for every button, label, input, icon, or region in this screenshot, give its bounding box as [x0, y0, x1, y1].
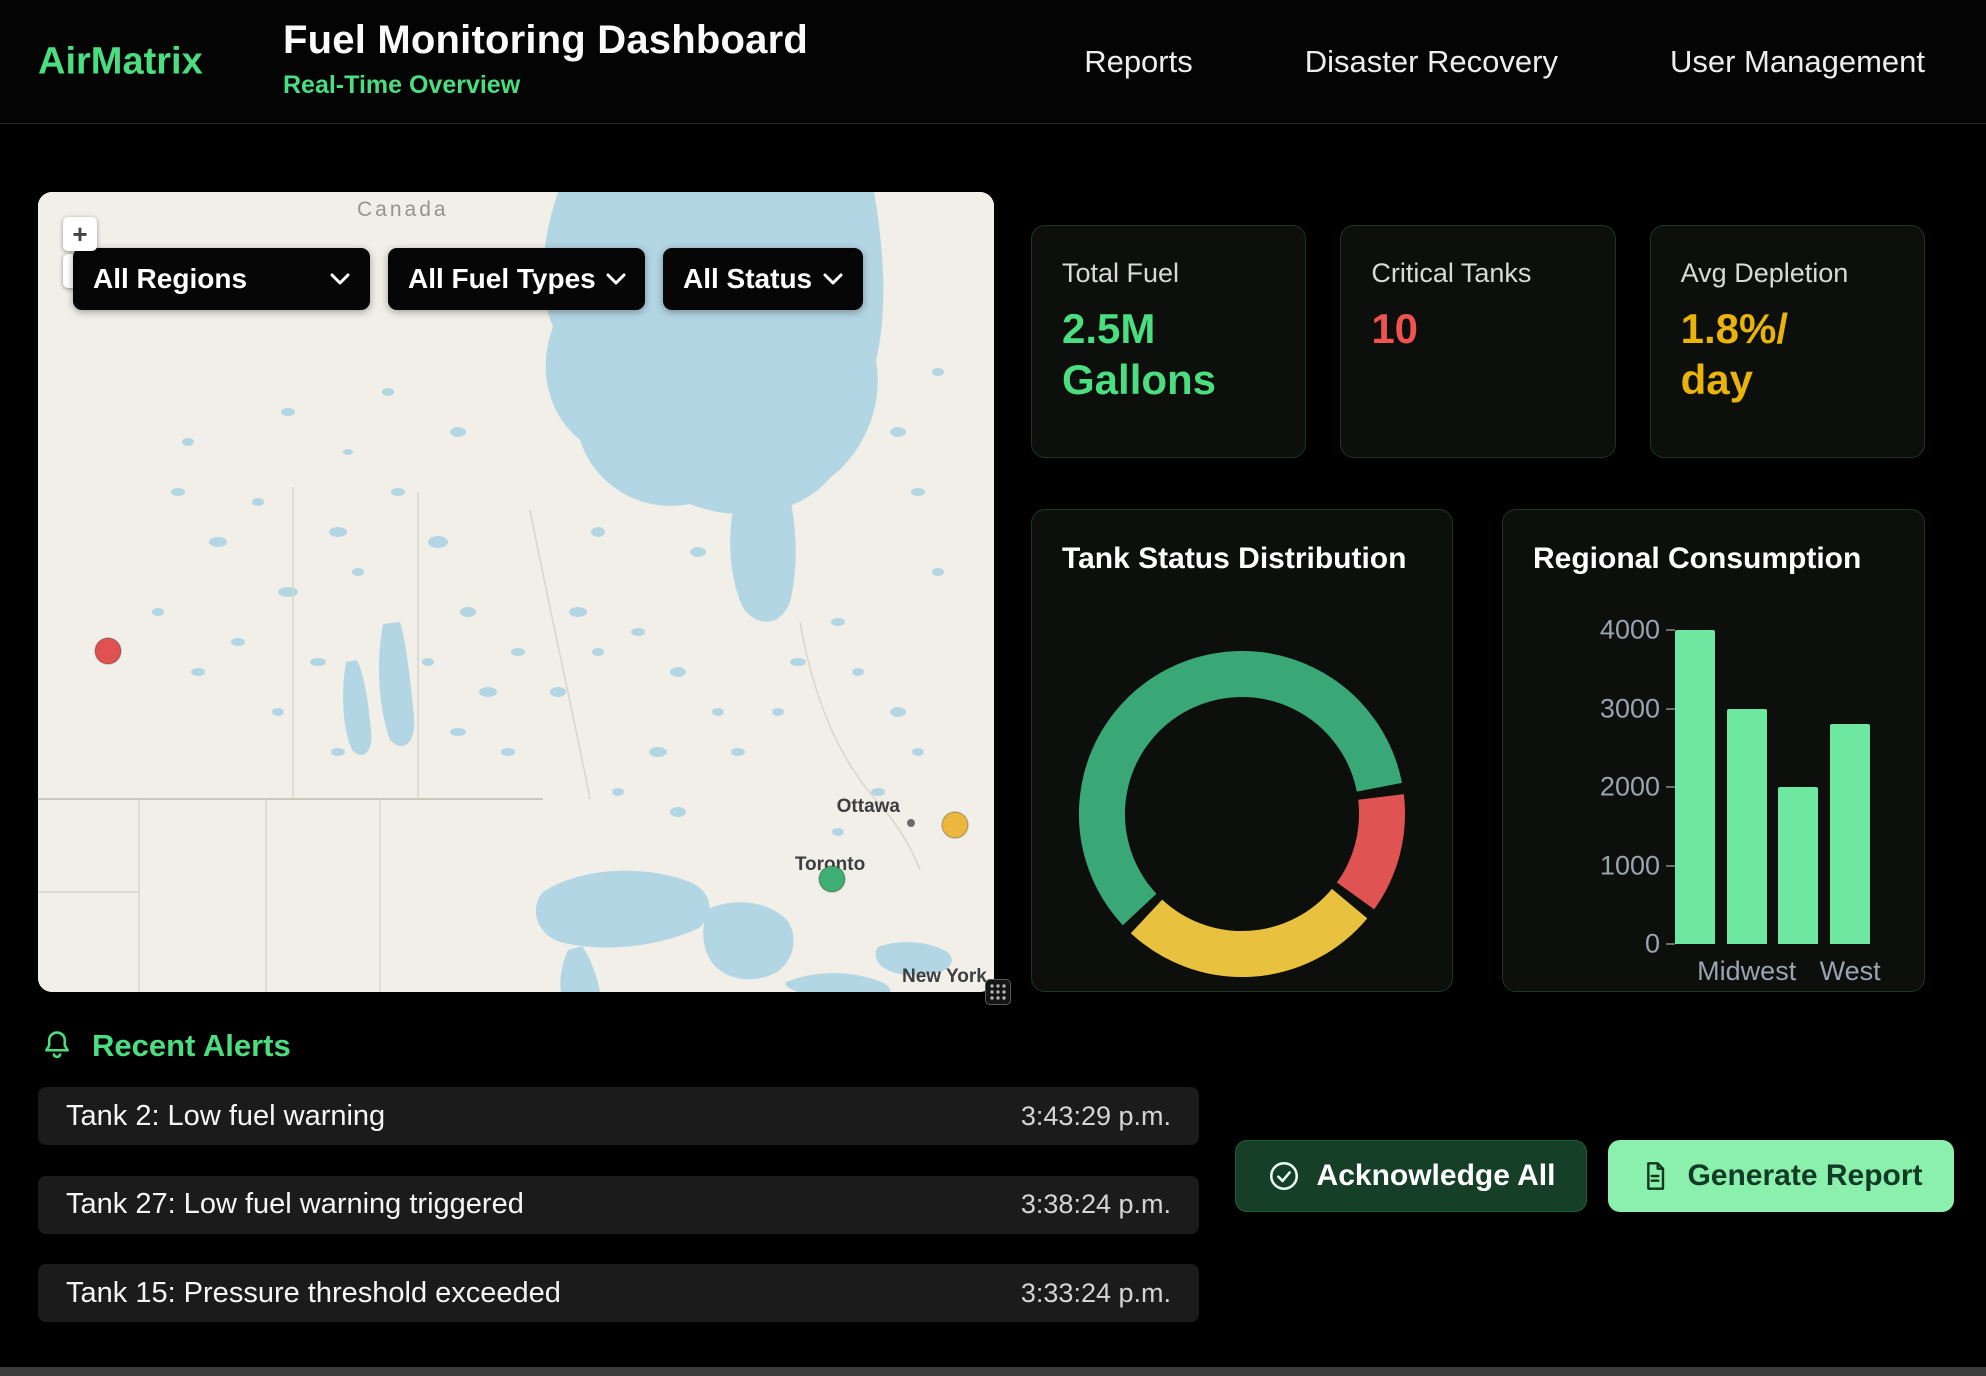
- filter-label: All Status: [683, 263, 812, 295]
- tank-status-title: Tank Status Distribution: [1062, 542, 1406, 576]
- generate-report-button[interactable]: Generate Report: [1608, 1140, 1954, 1212]
- page-title: Fuel Monitoring Dashboard: [283, 18, 808, 63]
- filter-all-fuel-types[interactable]: All Fuel Types: [388, 248, 645, 310]
- y-tick-mark: [1666, 943, 1675, 945]
- drag-dots-icon: [989, 983, 1007, 1001]
- alert-row[interactable]: Tank 15: Pressure threshold exceeded 3:33…: [38, 1264, 1199, 1322]
- alert-row[interactable]: Tank 2: Low fuel warning 3:43:29 p.m.: [38, 1087, 1199, 1145]
- map-marker-warning[interactable]: [942, 812, 968, 838]
- regional-consumption-card: Regional Consumption 01000200030004000Mi…: [1502, 509, 1925, 992]
- y-tick-label: 2000: [1503, 772, 1660, 803]
- alerts-heading: Recent Alerts: [40, 1028, 291, 1064]
- document-icon: [1639, 1160, 1671, 1192]
- x-tick-label: Midwest: [1697, 956, 1796, 987]
- filter-all-status[interactable]: All Status: [663, 248, 863, 310]
- donut-segment-critical[interactable]: [1356, 797, 1383, 896]
- y-tick-mark: [1666, 708, 1675, 710]
- acknowledge-all-label: Acknowledge All: [1317, 1159, 1556, 1193]
- bar-chart: 0 1000 2000 3000 4000 Midwest West: [1503, 510, 1924, 991]
- stat-label: Total Fuel: [1062, 258, 1275, 289]
- map-label-new-york: New York: [902, 966, 987, 987]
- resize-handle[interactable]: [985, 979, 1011, 1005]
- stat-card-avg-depletion: Avg Depletion 1.8%/ day: [1650, 225, 1925, 458]
- y-tick-mark: [1666, 629, 1675, 631]
- donut-chart: [1077, 649, 1407, 979]
- map-panel: Canada Ottawa Toronto New York + − All R…: [38, 192, 994, 992]
- y-tick-label: 1000: [1503, 850, 1660, 881]
- alert-time: 3:43:29 p.m.: [1021, 1101, 1171, 1132]
- chevron-down-icon: [330, 273, 350, 285]
- stats-row: Total Fuel 2.5M Gallons Critical Tanks 10 Av…: [1031, 225, 1925, 458]
- filter-label: All Regions: [93, 263, 247, 295]
- stat-card-critical-tanks: Critical Tanks 10: [1340, 225, 1615, 458]
- stat-value: 10: [1371, 303, 1584, 354]
- bar-4[interactable]: [1830, 724, 1870, 944]
- stat-value: 1.8%/ day: [1681, 303, 1894, 405]
- map-label-canada: Canada: [357, 198, 449, 221]
- tank-status-card: Tank Status Distribution: [1031, 509, 1453, 992]
- filter-all-regions[interactable]: All Regions: [73, 248, 370, 310]
- donut-segment-normal[interactable]: [1102, 674, 1379, 910]
- alert-message: Tank 2: Low fuel warning: [66, 1100, 385, 1133]
- page-subtitle: Real-Time Overview: [283, 71, 808, 100]
- alerts-heading-label: Recent Alerts: [92, 1028, 291, 1064]
- chevron-down-icon: [823, 273, 843, 285]
- x-tick-label: West: [1820, 956, 1881, 987]
- nav-item-disaster-recovery[interactable]: Disaster Recovery: [1305, 44, 1558, 80]
- bar-1[interactable]: [1675, 630, 1715, 944]
- bottom-scrollbar[interactable]: [0, 1367, 1986, 1376]
- y-tick-mark: [1666, 865, 1675, 867]
- map-marker-critical[interactable]: [95, 638, 121, 664]
- bell-icon: [40, 1029, 74, 1063]
- stat-value: 2.5M Gallons: [1062, 303, 1275, 405]
- map-filter-bar: All Regions All Fuel Types All Status: [73, 248, 863, 310]
- alert-time: 3:38:24 p.m.: [1021, 1189, 1171, 1220]
- zoom-in-button[interactable]: +: [63, 217, 97, 251]
- map-marker-normal[interactable]: [819, 866, 845, 892]
- y-tick-label: 0: [1503, 929, 1660, 960]
- alert-row[interactable]: Tank 27: Low fuel warning triggered 3:38:…: [38, 1176, 1199, 1234]
- stat-label: Avg Depletion: [1681, 258, 1894, 289]
- y-tick-label: 3000: [1503, 693, 1660, 724]
- app-logo[interactable]: AirMatrix: [38, 40, 203, 83]
- y-tick-mark: [1666, 786, 1675, 788]
- alert-message: Tank 27: Low fuel warning triggered: [66, 1188, 524, 1221]
- check-circle-icon: [1267, 1159, 1301, 1193]
- filter-label: All Fuel Types: [408, 263, 596, 295]
- nav-item-user-management[interactable]: User Management: [1670, 44, 1925, 80]
- acknowledge-all-button[interactable]: Acknowledge All: [1235, 1140, 1587, 1212]
- bar-3[interactable]: [1778, 787, 1818, 944]
- alert-message: Tank 15: Pressure threshold exceeded: [66, 1277, 561, 1310]
- map-canvas[interactable]: Canada Ottawa Toronto New York: [38, 192, 994, 992]
- nav-item-reports[interactable]: Reports: [1084, 44, 1193, 80]
- generate-report-label: Generate Report: [1687, 1159, 1922, 1193]
- chevron-down-icon: [606, 273, 626, 285]
- alert-time: 3:33:24 p.m.: [1021, 1278, 1171, 1309]
- page-title-block: Fuel Monitoring Dashboard Real-Time Over…: [283, 18, 808, 100]
- bar-2[interactable]: [1727, 709, 1767, 945]
- header-nav: Reports Disaster Recovery User Management: [1084, 0, 1925, 123]
- y-tick-label: 4000: [1503, 615, 1660, 646]
- stat-card-total-fuel: Total Fuel 2.5M Gallons: [1031, 225, 1306, 458]
- map-label-ottawa: Ottawa: [837, 796, 901, 817]
- stat-label: Critical Tanks: [1371, 258, 1584, 289]
- app-header: AirMatrix Fuel Monitoring Dashboard Real…: [0, 0, 1986, 124]
- donut-segment-warning[interactable]: [1147, 904, 1350, 954]
